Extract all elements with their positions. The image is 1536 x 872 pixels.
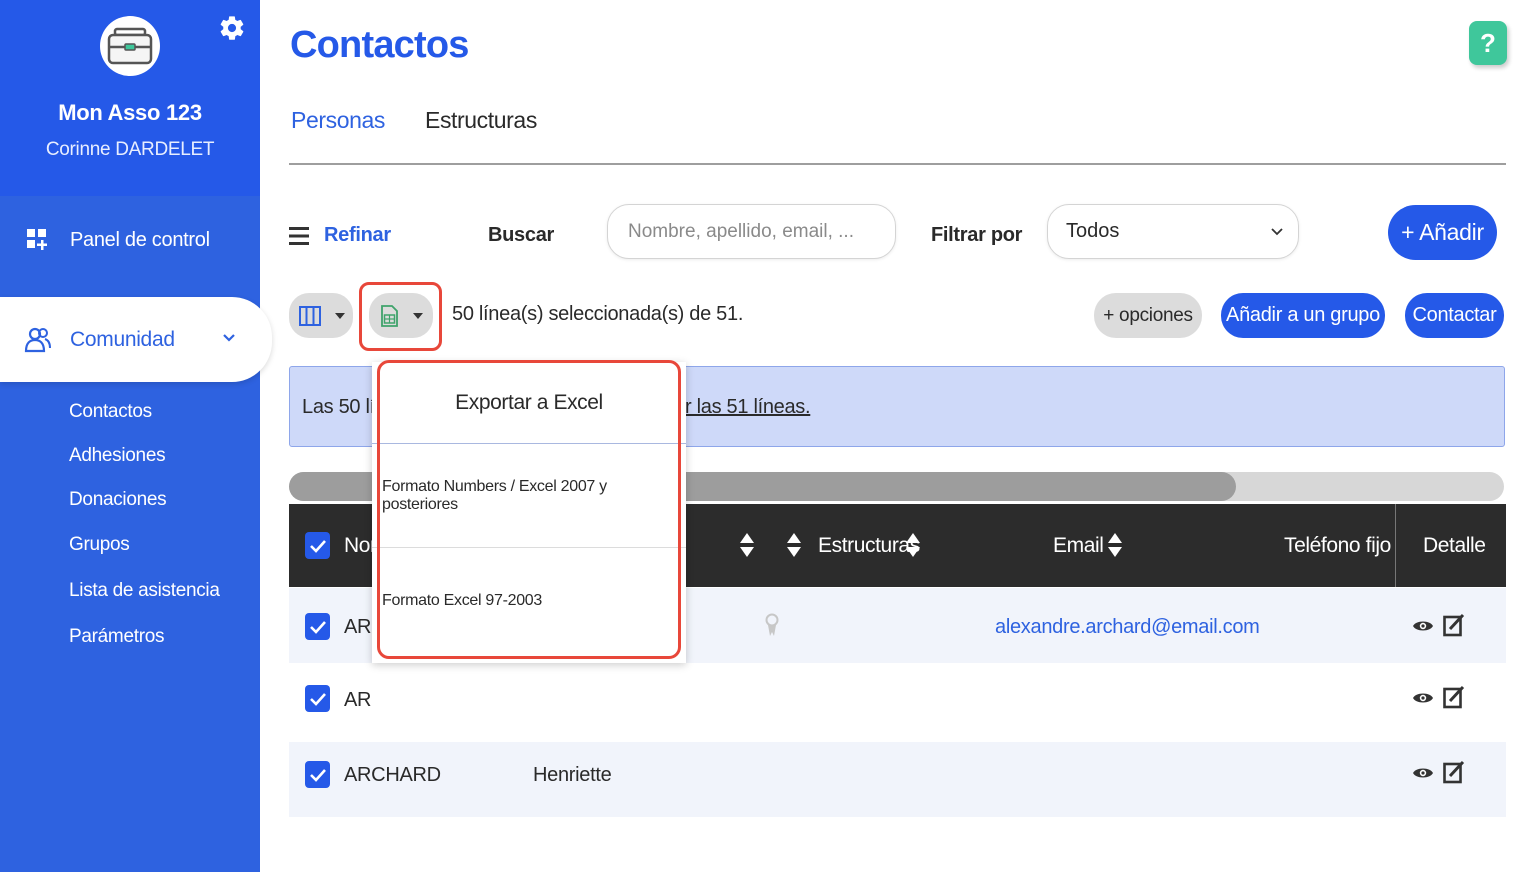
selection-count: 50 línea(s) seleccionada(s) de 51.: [452, 303, 744, 325]
edit-icon[interactable]: [1443, 613, 1465, 637]
sidebar-subitem-memberships[interactable]: Adhesiones: [69, 445, 166, 467]
org-logo[interactable]: [100, 16, 160, 76]
user-name: Corinne DARDELET: [45, 139, 215, 160]
row-email-link[interactable]: alexandre.archard@email.com: [995, 616, 1260, 639]
table-row[interactable]: AR: [289, 665, 1506, 740]
row-last-name: AR: [344, 689, 372, 711]
edit-icon[interactable]: [1443, 760, 1465, 784]
sidebar: Mon Asso 123 Corinne DARDELET Panel de c…: [0, 0, 272, 872]
gear-icon[interactable]: [218, 14, 246, 42]
eye-icon[interactable]: [1412, 765, 1434, 781]
header-structures[interactable]: Estructuras: [818, 534, 920, 558]
tab-personas[interactable]: Personas: [291, 107, 385, 134]
select-all-link[interactable]: r las 51 líneas.: [685, 396, 811, 419]
users-icon: [24, 327, 51, 352]
tabs-divider: [289, 163, 1506, 165]
table-row[interactable]: ARCHARD Henriette: [289, 742, 1506, 817]
check-icon: [309, 768, 326, 782]
check-icon: [309, 539, 326, 553]
columns-icon: [299, 305, 321, 326]
edit-icon[interactable]: [1443, 685, 1465, 709]
sidebar-item-dashboard[interactable]: Panel de control: [0, 220, 260, 260]
header-email[interactable]: Email: [1053, 534, 1104, 558]
sidebar-subitem-contacts[interactable]: Contactos: [69, 401, 152, 423]
search-label: Buscar: [488, 224, 555, 246]
row-first-name: Henriette: [533, 764, 612, 786]
row-checkbox[interactable]: [305, 685, 330, 712]
refine-button[interactable]: Refinar: [324, 224, 391, 247]
page-title: Contactos: [290, 24, 469, 66]
add-button[interactable]: + Añadir: [1388, 205, 1497, 260]
row-checkbox[interactable]: [305, 761, 330, 788]
header-phone[interactable]: Teléfono fijo: [1284, 534, 1391, 558]
filter-label: Filtrar por: [931, 224, 1023, 246]
org-name: Mon Asso 123: [58, 100, 202, 125]
chevron-down-icon: [223, 334, 235, 342]
dashboard-icon: [27, 229, 47, 250]
check-icon: [309, 620, 326, 634]
sort-icon[interactable]: [740, 532, 754, 558]
sort-icon[interactable]: [787, 532, 801, 558]
filter-select-value: Todos: [1066, 220, 1120, 242]
sidebar-item-label: Comunidad: [70, 327, 175, 351]
briefcase-icon: [107, 27, 153, 65]
contact-button[interactable]: Contactar: [1405, 293, 1504, 338]
sidebar-subitem-donations[interactable]: Donaciones: [69, 489, 167, 511]
sidebar-subitem-settings[interactable]: Parámetros: [69, 626, 165, 648]
sort-icon[interactable]: [1108, 532, 1122, 558]
column-divider: [1395, 504, 1396, 587]
award-icon: [765, 613, 779, 636]
sidebar-subitem-attendance[interactable]: Lista de asistencia: [69, 580, 220, 602]
tab-estructuras[interactable]: Estructuras: [425, 107, 537, 134]
export-menu-highlight: [377, 360, 681, 659]
search-input[interactable]: [607, 204, 896, 259]
sort-icon[interactable]: [906, 532, 920, 558]
header-detail: Detalle: [1423, 534, 1486, 557]
caret-down-icon: [335, 312, 345, 319]
export-button-highlight: [359, 282, 442, 351]
row-checkbox[interactable]: [305, 613, 330, 640]
eye-icon[interactable]: [1412, 690, 1434, 706]
select-all-checkbox[interactable]: [305, 532, 330, 559]
check-icon: [309, 692, 326, 706]
sidebar-item-community[interactable]: Comunidad: [0, 297, 272, 382]
sidebar-subitem-groups[interactable]: Grupos: [69, 534, 130, 556]
sidebar-item-label: Panel de control: [70, 228, 210, 251]
chevron-down-icon: [1271, 228, 1283, 236]
row-last-name: ARCHARD: [344, 764, 441, 786]
columns-button[interactable]: [289, 293, 353, 338]
filter-select[interactable]: Todos: [1047, 204, 1299, 259]
sidebar-header: Mon Asso 123 Corinne DARDELET: [0, 0, 260, 196]
eye-icon[interactable]: [1412, 618, 1434, 634]
menu-icon[interactable]: [289, 226, 309, 246]
help-button[interactable]: ?: [1469, 21, 1507, 65]
options-button[interactable]: + opciones: [1094, 293, 1202, 338]
add-to-group-button[interactable]: Añadir a un grupo: [1221, 293, 1385, 338]
